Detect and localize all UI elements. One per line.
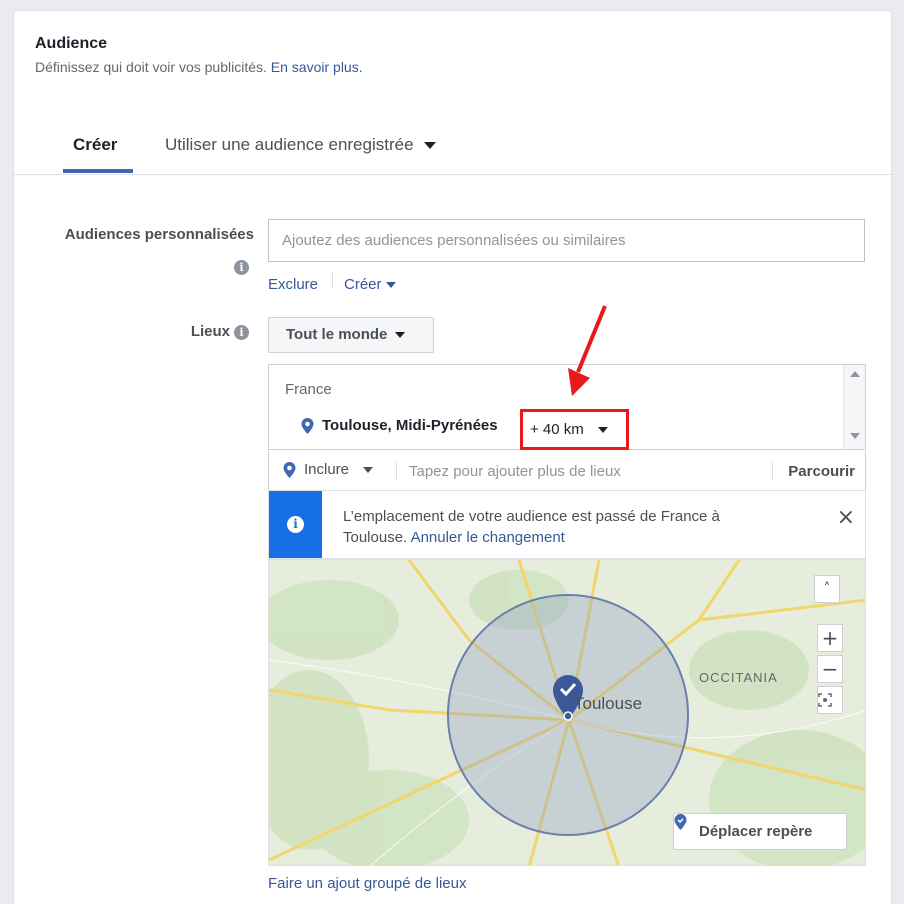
location-search-input[interactable] [409,459,759,483]
zoom-out-button[interactable]: − [817,655,843,683]
map-collapse-button[interactable]: ˄ [814,575,840,603]
chevron-down-icon [597,427,608,434]
location-search-row: Inclure Parcourir [268,451,866,491]
info-icon: i [287,516,304,533]
audience-card: Audience Définissez qui doit voir vos pu… [13,10,892,904]
section-title: Audience [35,35,108,52]
annotation-arrow [568,305,607,396]
location-change-notice: i L’emplacement de votre audience est pa… [268,490,866,559]
chevron-down-icon [385,282,396,289]
chevron-down-icon [363,466,374,473]
notice-accent-bar: i [269,491,322,558]
create-audience-link[interactable]: Créer [344,276,396,293]
custom-audiences-input[interactable] [269,220,864,261]
radius-dropdown[interactable]: + 40 km [520,409,629,450]
recenter-button[interactable] [817,686,843,714]
exclude-link[interactable]: Exclure [268,276,318,293]
info-icon[interactable]: i [234,325,249,340]
custom-audiences-label: Audiences personnalisées [64,226,254,243]
recenter-icon [818,693,832,707]
map-region-label: OCCITANIA [699,670,778,685]
country-label: France [285,381,332,398]
include-dropdown[interactable]: Inclure [283,461,374,478]
location-name: Toulouse, Midi-Pyrénées [322,417,498,434]
close-icon[interactable]: × [837,505,855,530]
divider [396,461,397,481]
location-pin-icon [283,461,296,478]
tab-active-indicator [63,169,133,173]
scrollbar[interactable] [843,365,865,449]
map-city-label: Toulouse [574,694,643,713]
info-icon[interactable]: i [234,260,249,275]
locations-label: Lieux [190,323,230,340]
undo-change-link[interactable]: Annuler le changement [411,529,565,546]
selected-location: Toulouse, Midi-Pyrénées [301,417,498,434]
location-pin-icon [301,417,314,434]
location-scope-dropdown[interactable]: Tout le monde [268,317,434,353]
link-separator [332,273,333,289]
tabs-divider [14,174,891,175]
location-pin-icon [674,814,687,830]
bulk-add-locations-link[interactable]: Faire un ajout groupé de lieux [268,875,466,892]
custom-audiences-input-box[interactable] [268,219,865,262]
tab-saved-audience[interactable]: Utiliser une audience enregistrée [165,135,436,155]
learn-more-link[interactable]: En savoir plus. [271,59,363,75]
location-map[interactable]: Toulouse OCCITANIA ˄ + − Déplacer repère [268,559,866,866]
chevron-down-icon [423,142,436,150]
scroll-down-icon[interactable] [850,433,860,439]
tab-create[interactable]: Créer [73,135,117,155]
browse-button[interactable]: Parcourir [788,463,855,480]
scroll-up-icon[interactable] [850,371,860,377]
zoom-in-button[interactable]: + [817,624,843,652]
chevron-down-icon [395,332,406,339]
section-subtitle: Définissez qui doit voir vos publicités.… [35,59,363,75]
notice-message: L’emplacement de votre audience est pass… [343,508,720,546]
divider [772,461,773,481]
move-pin-button[interactable]: Déplacer repère [673,813,847,850]
